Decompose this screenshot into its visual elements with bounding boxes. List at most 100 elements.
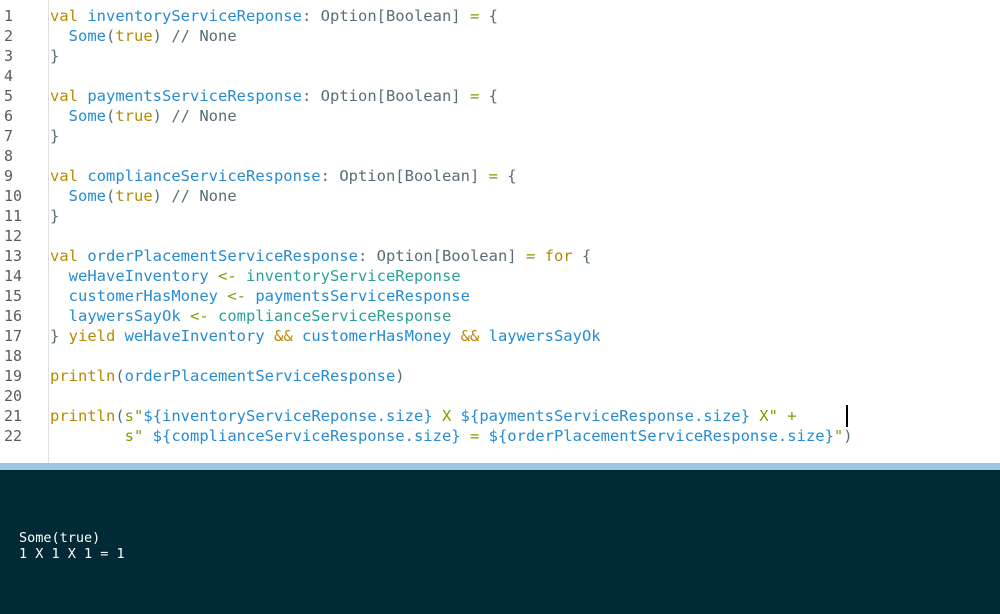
string: = xyxy=(460,427,489,445)
function-name: println xyxy=(50,367,116,385)
line-number: 16 xyxy=(4,307,23,325)
panel-resize-divider[interactable] xyxy=(0,463,1000,470)
interpolation: ${paymentsServiceResponse.size} xyxy=(460,407,750,425)
identifier: complianceServiceResponse xyxy=(217,307,452,325)
line-number: 4 xyxy=(4,67,14,85)
code-line[interactable]: val inventoryServiceReponse: Option[Bool… xyxy=(50,6,498,26)
code-line[interactable]: laywersSayOk <- complianceServiceRespons… xyxy=(50,306,452,326)
code-line[interactable]: weHaveInventory <- inventoryServiceRepon… xyxy=(50,266,461,286)
operator: <- xyxy=(217,287,256,305)
code-line[interactable]: } xyxy=(50,126,59,146)
identifier: Some xyxy=(68,27,106,45)
identifier: complianceServiceResponse xyxy=(87,167,321,185)
operator: = xyxy=(460,87,489,105)
code-line[interactable]: } xyxy=(50,46,59,66)
keyword: val xyxy=(50,7,78,25)
comment: // None xyxy=(162,107,237,125)
line-number: 12 xyxy=(4,227,23,245)
operator: + xyxy=(777,407,797,425)
code-line[interactable]: Some(true) // None xyxy=(50,26,237,46)
line-number: 15 xyxy=(4,287,23,305)
code-line[interactable]: Some(true) // None xyxy=(50,186,237,206)
keyword: val xyxy=(50,87,78,105)
interpolation: ${inventoryServiceReponse.size} xyxy=(143,407,433,425)
operator: = xyxy=(516,247,545,265)
line-number: 22 xyxy=(4,427,23,445)
identifier: inventoryServiceReponse xyxy=(245,267,461,285)
code-text-area[interactable]: val inventoryServiceReponse: Option[Bool… xyxy=(50,0,1000,463)
punctuation: : xyxy=(320,167,340,185)
type: Option[Boolean] xyxy=(376,247,517,265)
operator: = xyxy=(460,7,489,25)
punctuation: : xyxy=(301,87,321,105)
identifier: Some xyxy=(68,107,106,125)
code-line[interactable]: s" ${complianceServiceResponse.size} = $… xyxy=(50,426,853,446)
line-number: 14 xyxy=(4,267,23,285)
code-editor[interactable]: 1 2 3 4 5 6 7 8 9 10 11 12 13 14 15 16 1… xyxy=(0,0,1000,463)
punctuation: ) xyxy=(843,427,853,445)
keyword: val xyxy=(50,247,78,265)
literal: true xyxy=(115,27,153,45)
string: X" xyxy=(749,407,778,425)
code-line[interactable]: println(s"${inventoryServiceReponse.size… xyxy=(50,406,797,426)
keyword: yield xyxy=(68,327,116,345)
type: Option[Boolean] xyxy=(339,167,480,185)
identifier: paymentsServiceResponse xyxy=(87,87,302,105)
identifier: paymentsServiceResponse xyxy=(255,287,470,305)
code-line[interactable]: println(orderPlacementServiceResponse) xyxy=(50,366,405,386)
console-output-panel: Some(true) 1 X 1 X 1 = 1 xyxy=(0,470,1000,614)
identifier: orderPlacementServiceResponse xyxy=(87,247,358,265)
punctuation: ) xyxy=(152,107,163,125)
line-number-gutter: 1 2 3 4 5 6 7 8 9 10 11 12 13 14 15 16 1… xyxy=(0,0,49,463)
code-line[interactable]: val orderPlacementServiceResponse: Optio… xyxy=(50,246,591,266)
line-number: 17 xyxy=(4,327,23,345)
code-line[interactable]: } xyxy=(50,206,59,226)
identifier: laywersSayOk xyxy=(488,327,601,345)
line-number: 13 xyxy=(4,247,23,265)
interpolation: ${complianceServiceResponse.size} xyxy=(152,427,461,445)
type: Option[Boolean] xyxy=(320,87,461,105)
line-number: 9 xyxy=(4,167,14,185)
line-number: 11 xyxy=(4,207,23,225)
line-number: 21 xyxy=(4,407,23,425)
brace: } xyxy=(50,47,60,65)
punctuation: ( xyxy=(106,187,116,205)
line-number: 19 xyxy=(4,367,23,385)
line-number: 3 xyxy=(4,47,14,65)
punctuation: ) xyxy=(152,27,163,45)
identifier: customerHasMoney xyxy=(68,287,218,305)
punctuation: ( xyxy=(115,407,125,425)
line-number: 5 xyxy=(4,87,14,105)
code-line[interactable]: val complianceServiceResponse: Option[Bo… xyxy=(50,166,517,186)
code-line[interactable]: val paymentsServiceResponse: Option[Bool… xyxy=(50,86,498,106)
identifier: orderPlacementServiceResponse xyxy=(124,367,396,385)
string: " xyxy=(833,427,844,445)
string: " xyxy=(134,427,153,445)
code-line[interactable]: customerHasMoney <- paymentsServiceRespo… xyxy=(50,286,470,306)
line-number: 20 xyxy=(4,387,23,405)
brace: { xyxy=(507,167,517,185)
operator: <- xyxy=(208,267,246,285)
identifier: Some xyxy=(68,187,106,205)
identifier: weHaveInventory xyxy=(115,327,265,345)
string-prefix: s xyxy=(124,427,134,445)
line-number: 1 xyxy=(4,7,14,25)
identifier: customerHasMoney xyxy=(301,327,452,345)
brace: } xyxy=(50,127,60,145)
text-cursor xyxy=(846,405,848,427)
punctuation: ( xyxy=(106,107,116,125)
code-line[interactable]: } yield weHaveInventory && customerHasMo… xyxy=(50,326,601,346)
line-number: 6 xyxy=(4,107,14,125)
line-number: 8 xyxy=(4,147,14,165)
type: Option[Boolean] xyxy=(320,7,461,25)
punctuation: ) xyxy=(395,367,405,385)
string: X xyxy=(432,407,461,425)
operator: && xyxy=(451,327,489,345)
string: " xyxy=(134,407,144,425)
code-line[interactable]: Some(true) // None xyxy=(50,106,237,126)
punctuation: ) xyxy=(152,187,163,205)
brace: { xyxy=(488,87,498,105)
punctuation: ( xyxy=(106,27,116,45)
comment: // None xyxy=(162,187,237,205)
